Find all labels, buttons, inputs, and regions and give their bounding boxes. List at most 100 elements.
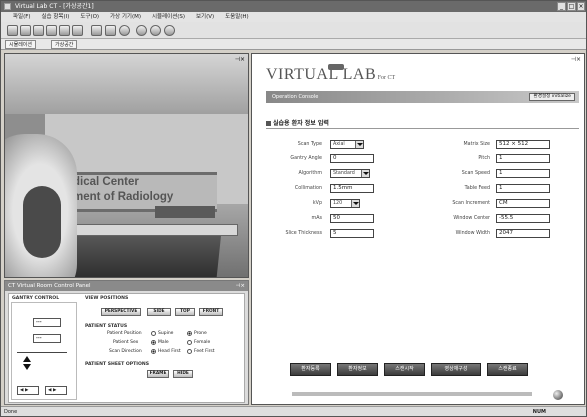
patient-info-button[interactable]: 환자정보 — [337, 363, 378, 376]
gantry-tilt-combo[interactable]: --- — [33, 318, 61, 327]
frame-button[interactable]: FRAME — [147, 370, 169, 378]
target-icon[interactable] — [136, 25, 147, 36]
console-banner: Operation Console 환경설정 initialize — [266, 91, 579, 103]
front-view-button[interactable]: FRONT — [199, 308, 223, 316]
female-radio[interactable] — [187, 340, 192, 345]
chevron-down-icon[interactable] — [355, 141, 363, 148]
play-icon[interactable] — [150, 25, 161, 36]
close-icon[interactable]: ⊣× — [236, 281, 245, 291]
top-view-button[interactable]: TOP — [175, 308, 195, 316]
logo-text: VIRTUAL LAB — [266, 66, 377, 83]
reconstruct-button[interactable]: 영상재구성 — [431, 363, 481, 376]
menu-practice[interactable]: 실습 항목(I) — [42, 14, 70, 20]
edit-icon[interactable] — [59, 25, 70, 36]
hide-button[interactable]: HIDE — [173, 370, 193, 378]
window-width-row: Window Width 2047 — [422, 229, 582, 239]
matrix-size-row: Matrix Size 512 × 512 — [422, 140, 582, 150]
algorithm-select[interactable]: Standard — [330, 169, 370, 178]
supine-label: Supine — [158, 331, 174, 336]
footer-copyright-bar — [292, 392, 532, 396]
algorithm-row: Algorithm Standard — [266, 169, 406, 179]
tab-simulation[interactable]: 시뮬레이션 — [5, 40, 37, 49]
menu-tools[interactable]: 도구(O) — [80, 14, 99, 20]
menu-help[interactable]: 도움말(H) — [225, 14, 249, 20]
gantry-angle-input[interactable]: 0 — [330, 154, 374, 163]
algorithm-value: Standard — [333, 171, 355, 176]
menu-devices[interactable]: 가상 기기(M) — [110, 14, 141, 20]
menu-bar: 파일(F) 실습 항목(I) 도구(O) 가상 기기(M) 시뮬레이션(S) 보… — [1, 12, 586, 22]
scan-type-select[interactable]: Axial — [330, 140, 364, 149]
open-icon[interactable] — [20, 25, 31, 36]
patient-table-base — [66, 232, 222, 277]
start-scan-button[interactable]: 스캔시작 — [384, 363, 425, 376]
pin-icon[interactable]: ⊣× — [571, 56, 581, 63]
prone-radio[interactable] — [187, 331, 192, 336]
collimation-input[interactable]: 1.5mm — [330, 184, 374, 193]
new-icon[interactable] — [7, 25, 18, 36]
patient-table-top — [63, 224, 238, 236]
ct-gantry — [5, 134, 77, 277]
feet-first-radio[interactable] — [187, 349, 192, 354]
initialize-button[interactable]: 환경설정 initialize — [529, 93, 575, 101]
kvp-select[interactable]: 120 — [330, 199, 360, 208]
scan-speed-input[interactable]: 1 — [496, 169, 550, 178]
prone-label: Prone — [194, 331, 207, 336]
minimize-icon[interactable]: _ — [557, 2, 566, 11]
chevron-down-icon[interactable] — [351, 200, 359, 207]
device-icon[interactable] — [72, 25, 83, 36]
slice-thickness-input[interactable]: 5 — [330, 229, 374, 238]
mas-input[interactable]: 50 — [330, 214, 374, 223]
table-up-arrow-icon[interactable] — [23, 356, 31, 362]
matrix-size-input[interactable]: 512 × 512 — [496, 140, 550, 149]
scan-increment-row: Scan Increment CM — [422, 199, 582, 209]
window-width-label: Window Width — [455, 231, 490, 236]
slice-thickness-label: Slice Thickness — [285, 231, 322, 236]
gantry-height-combo[interactable]: --- — [33, 334, 61, 343]
save-icon[interactable] — [33, 25, 44, 36]
sign-line-1: dical Center — [73, 176, 139, 188]
scan-increment-input[interactable]: CM — [496, 199, 550, 208]
register-patient-button[interactable]: 환자등록 — [290, 363, 331, 376]
arrow-icon[interactable] — [105, 25, 116, 36]
mas-label: mAs — [311, 216, 322, 221]
window-center-row: Window Center -55.5 — [422, 214, 582, 224]
table-feed-input[interactable]: 1 — [496, 184, 550, 193]
window-width-input[interactable]: 2047 — [496, 229, 550, 238]
numlock-indicator: NUM — [532, 409, 546, 415]
close-icon[interactable]: × — [577, 2, 585, 11]
pitch-input[interactable]: 1 — [496, 154, 550, 163]
head-first-radio[interactable] — [151, 349, 156, 354]
patient-section-title: PATIENT STATUS — [85, 324, 128, 329]
window-center-input[interactable]: -55.5 — [496, 214, 550, 223]
table-down-arrow-icon[interactable] — [23, 364, 31, 370]
table-slider-track[interactable] — [17, 352, 67, 353]
patient-sheet-section-title: PATIENT SHEET OPTIONS — [85, 362, 150, 367]
chevron-down-icon[interactable] — [361, 170, 369, 177]
supine-radio[interactable] — [151, 331, 156, 336]
pin-icon[interactable]: ⊣× — [235, 56, 245, 63]
end-scan-button[interactable]: 스캔종료 — [487, 363, 528, 376]
menu-simulation[interactable]: 시뮬레이션(S) — [152, 14, 185, 20]
table-in-combo[interactable]: ◀ ▶ — [17, 386, 39, 395]
kvp-value: 120 — [333, 201, 343, 206]
stop-icon[interactable] — [164, 25, 175, 36]
perspective-button[interactable]: PERSPECTIVE — [101, 308, 141, 316]
male-radio[interactable] — [151, 340, 156, 345]
side-view-button[interactable]: SIDE — [147, 308, 171, 316]
algorithm-label: Algorithm — [298, 171, 323, 176]
maximize-icon[interactable]: □ — [567, 2, 576, 11]
print-icon[interactable] — [46, 25, 57, 36]
view-section-title: VIEW POSITIONS — [85, 296, 129, 301]
copy-icon[interactable] — [91, 25, 102, 36]
table-out-combo[interactable]: ◀ ▶ — [45, 386, 67, 395]
record-icon[interactable] — [119, 25, 130, 36]
gantry-section-title: GANTRY CONTROL — [12, 296, 60, 301]
menu-view[interactable]: 보기(V) — [196, 14, 214, 20]
control-panel-titlebar: CT Virtual Room Control Panel ⊣× — [5, 281, 248, 291]
control-panel-title: CT Virtual Room Control Panel — [8, 283, 91, 289]
menu-file[interactable]: 파일(F) — [13, 14, 31, 20]
tab-virtual-room[interactable]: 가상공간 — [51, 40, 78, 49]
collimation-label: Collimation — [294, 186, 322, 191]
control-panel: CT Virtual Room Control Panel ⊣× GANTRY … — [4, 280, 249, 405]
virtual-room-view[interactable]: dical Center ment of Radiology ⊣× — [4, 53, 249, 278]
